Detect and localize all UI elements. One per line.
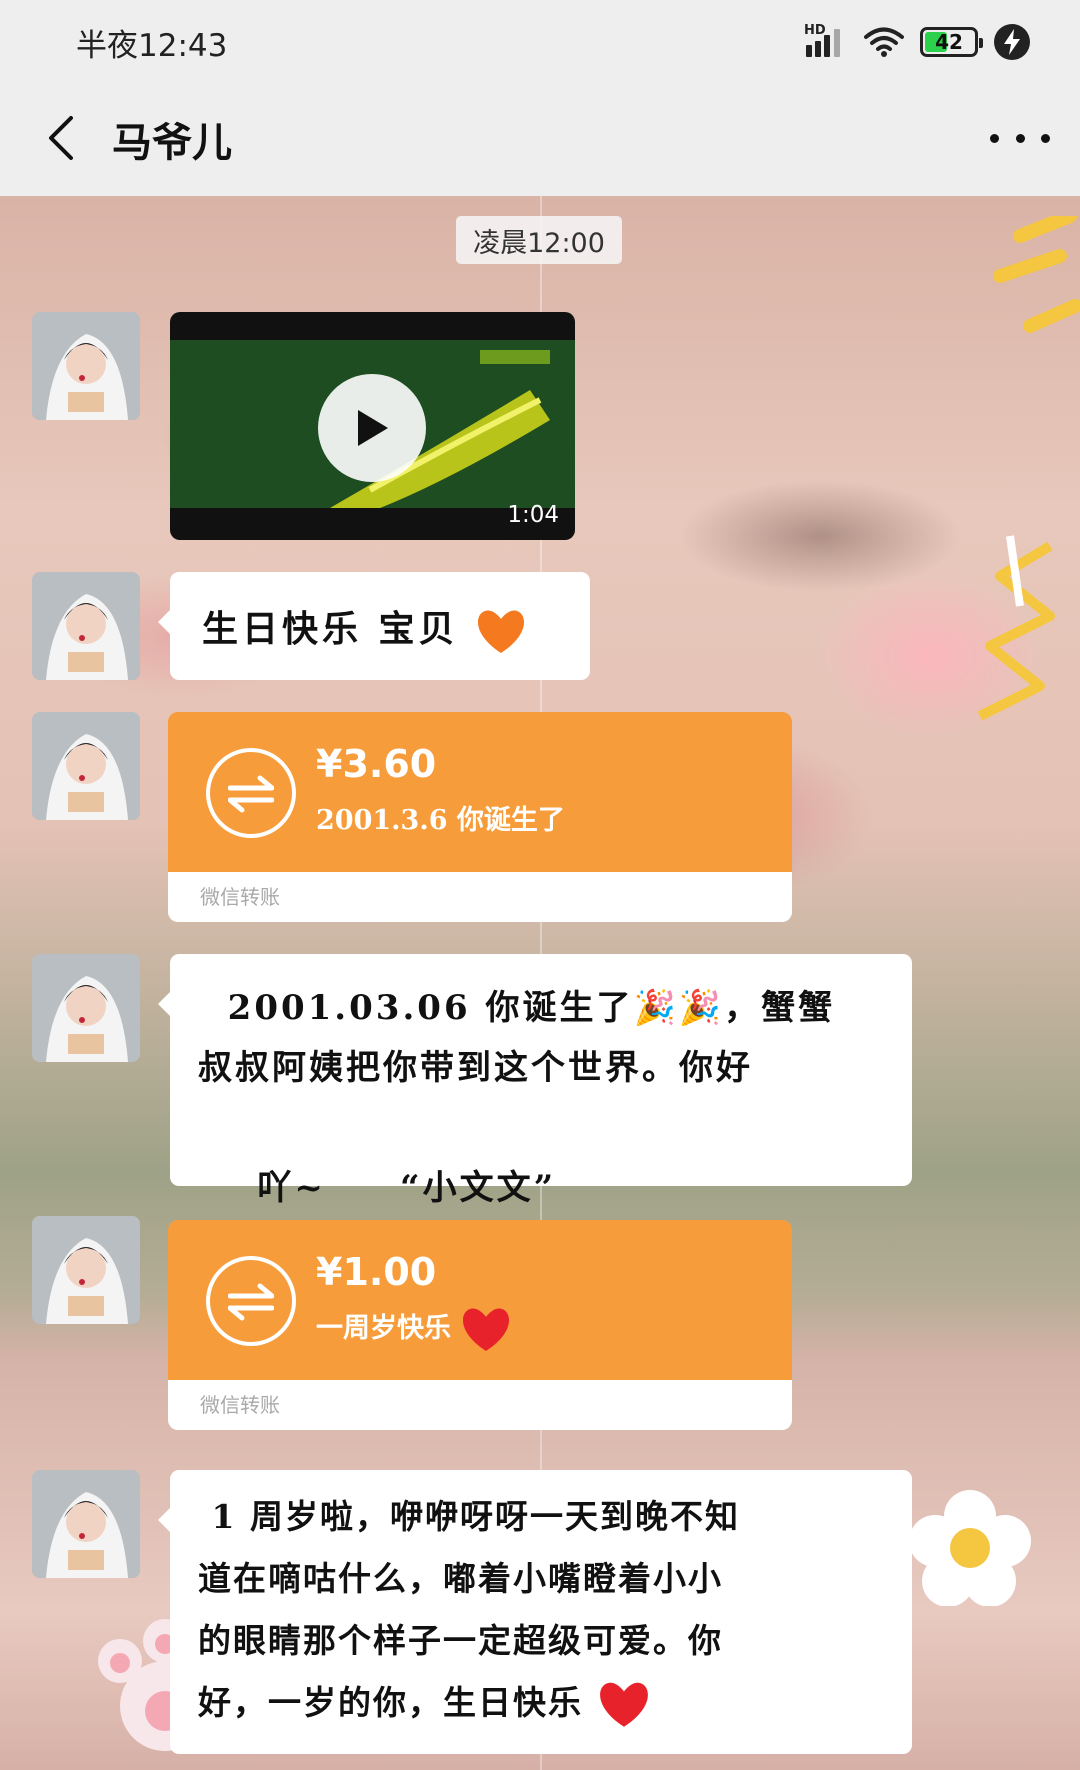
contact-avatar[interactable] — [32, 572, 140, 680]
status-icons: HD 42 — [804, 22, 1030, 62]
flower-sticker-icon — [909, 1490, 1031, 1606]
text-message[interactable]: 2001.03.06 你诞生了🎉🎉，蟹蟹 叔叔阿姨把你带到这个世界。你好 吖~ … — [158, 954, 912, 1272]
message-line: 道在嘀咕什么，嘟着小嘴瞪着小小 — [198, 1559, 723, 1598]
transfer-label: 微信转账 — [168, 872, 792, 922]
message-line: 吖~ “小文文” — [257, 1168, 557, 1208]
heart-icon — [599, 1682, 648, 1727]
play-icon[interactable] — [318, 374, 426, 482]
message-text: 生日快乐 宝贝 — [202, 608, 459, 650]
cellular-signal-icon: HD — [804, 23, 848, 59]
transfer-arrows-icon — [206, 748, 296, 838]
message-line: 好，一岁的你，生日快乐 — [198, 1683, 583, 1722]
contact-avatar[interactable] — [32, 1470, 140, 1578]
video-duration: 1:04 — [507, 502, 559, 528]
message-timestamp: 凌晨12:00 — [456, 216, 622, 264]
transfer-amount: ¥1.00 — [316, 1250, 437, 1294]
battery-icon: 42 — [920, 27, 983, 57]
contact-avatar[interactable] — [32, 1216, 140, 1324]
transfer-note-wrap: 一周岁快乐 — [316, 1306, 512, 1353]
charging-icon — [994, 24, 1030, 60]
wifi-icon — [864, 26, 904, 58]
text-message[interactable]: 生日快乐 宝贝 — [158, 572, 590, 680]
status-time: 半夜12:43 — [76, 28, 228, 64]
heart-icon — [478, 610, 525, 653]
background-doodle — [977, 216, 1080, 721]
message-line: 的眼睛那个样子一定超级可爱。你 — [198, 1621, 723, 1660]
heart-icon — [463, 1308, 510, 1351]
battery-level: 42 — [935, 30, 963, 54]
transfer-card[interactable]: ¥3.60 2001.3.6 你诞生了 微信转账 — [168, 712, 792, 922]
transfer-amount: ¥3.60 — [316, 742, 437, 786]
chat-title: 马爷儿 — [112, 119, 232, 166]
transfer-card[interactable]: ¥1.00 一周岁快乐 微信转账 — [168, 1220, 792, 1430]
text-message[interactable]: 1 周岁啦，咿咿呀呀一天到晚不知 道在嘀咕什么，嘟着小嘴瞪着小小 的眼睛那个样子… — [158, 1470, 912, 1754]
transfer-arrows-icon — [206, 1256, 296, 1346]
transfer-label: 微信转账 — [168, 1380, 792, 1430]
message-line: 1 周岁啦，咿咿呀呀一天到晚不知 — [198, 1497, 740, 1536]
message-line: 叔叔阿姨把你带到这个世界。你好 — [198, 1048, 753, 1088]
contact-avatar[interactable] — [32, 712, 140, 820]
status-bar: 半夜12:43 HD 42 — [0, 0, 1080, 80]
transfer-note: 一周岁快乐 — [316, 1313, 451, 1344]
more-options-icon[interactable] — [990, 110, 1050, 166]
signal-hd-label: HD — [804, 23, 826, 38]
contact-avatar[interactable] — [32, 954, 140, 1062]
video-message[interactable]: 1:04 — [170, 312, 575, 540]
chat-header: 马爷儿 — [0, 80, 1080, 196]
back-arrow-icon[interactable] — [36, 108, 86, 168]
transfer-note: 2001.3.6 你诞生了 — [316, 805, 565, 836]
contact-avatar[interactable] — [32, 312, 140, 420]
message-line: 2001.03.06 你诞生了🎉🎉，蟹蟹 — [198, 988, 836, 1028]
